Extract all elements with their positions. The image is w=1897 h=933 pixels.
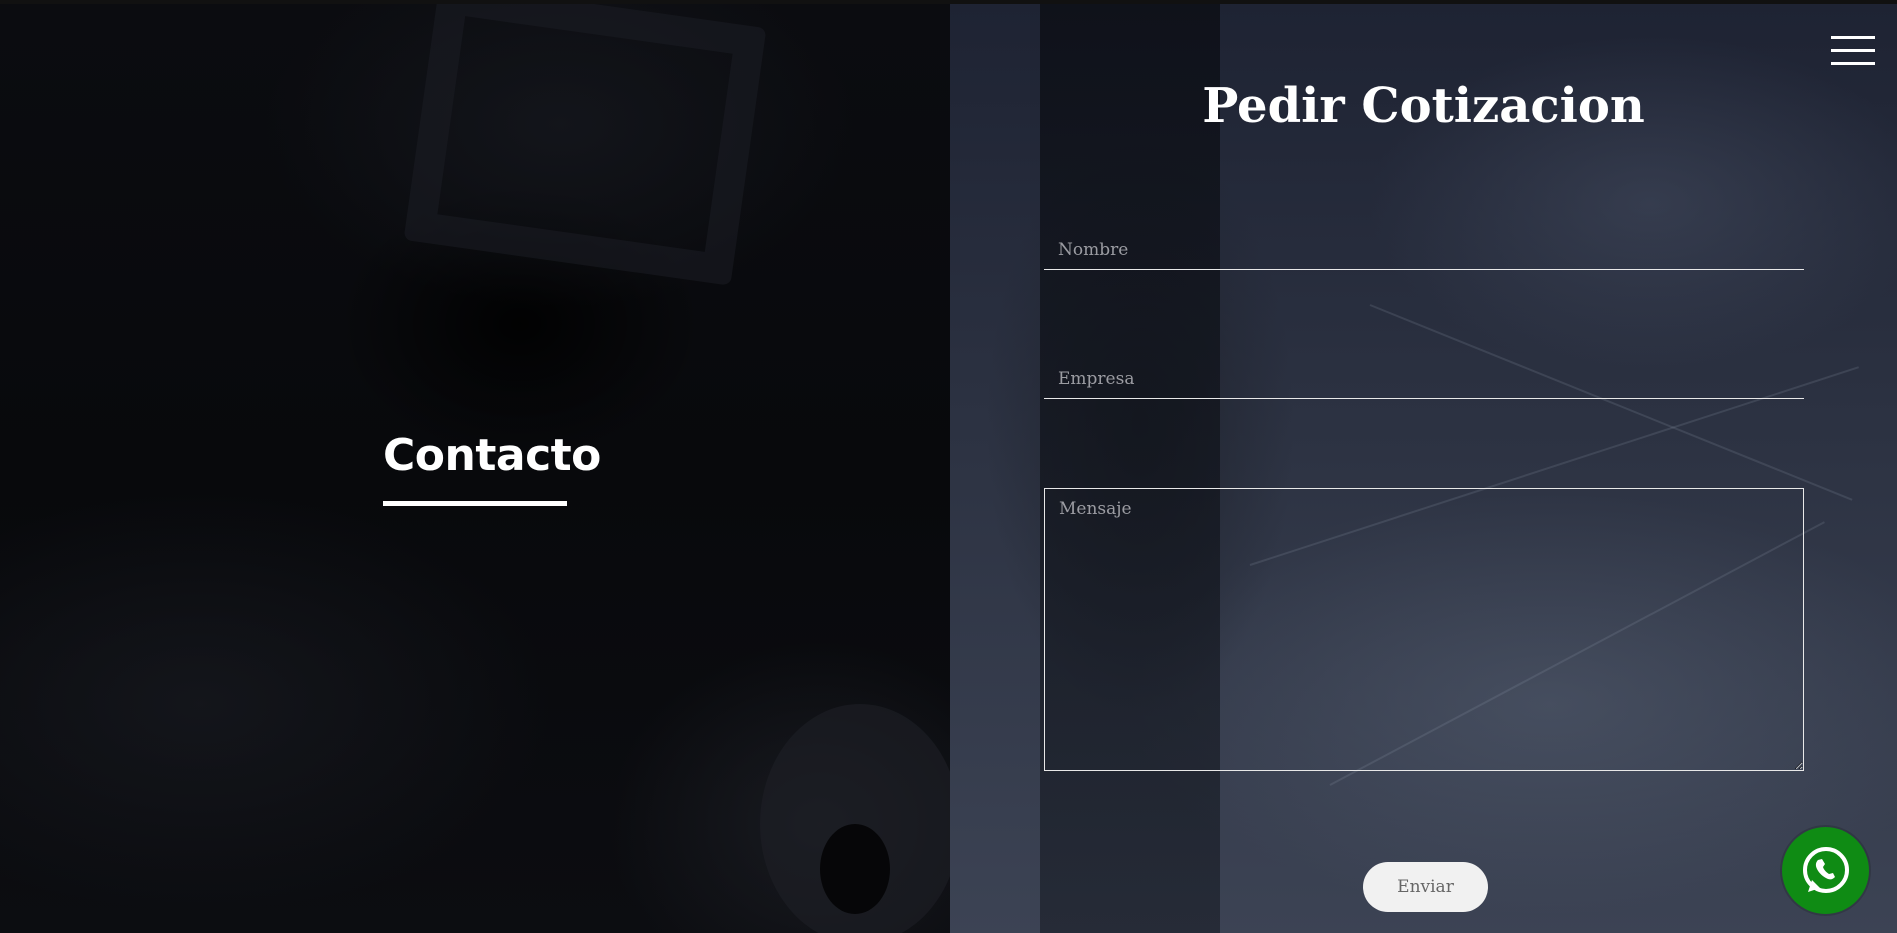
background-streak [1369, 304, 1853, 501]
company-input[interactable] [1044, 359, 1804, 399]
whatsapp-icon [1802, 846, 1849, 893]
name-input[interactable] [1044, 230, 1804, 270]
background-shape [820, 824, 890, 914]
hamburger-menu-icon [1831, 49, 1875, 52]
hamburger-menu-icon [1831, 36, 1875, 39]
message-textarea[interactable] [1044, 488, 1804, 771]
send-button[interactable]: Enviar [1363, 862, 1488, 912]
quote-form-title: Pedir Cotizacion [1202, 78, 1645, 134]
contact-hero-panel: Contacto [0, 4, 960, 933]
heading-underline [383, 501, 567, 506]
background-shape [1040, 4, 1220, 933]
background-shape [403, 4, 767, 286]
whatsapp-button[interactable] [1782, 827, 1869, 914]
contact-page: Contacto Pedir Cotizacion Enviar [0, 0, 1897, 933]
hamburger-menu-button[interactable] [1831, 36, 1875, 66]
quote-form-panel: Pedir Cotizacion Enviar [950, 4, 1897, 933]
contact-heading: Contacto [383, 430, 601, 481]
hamburger-menu-icon [1831, 62, 1875, 65]
